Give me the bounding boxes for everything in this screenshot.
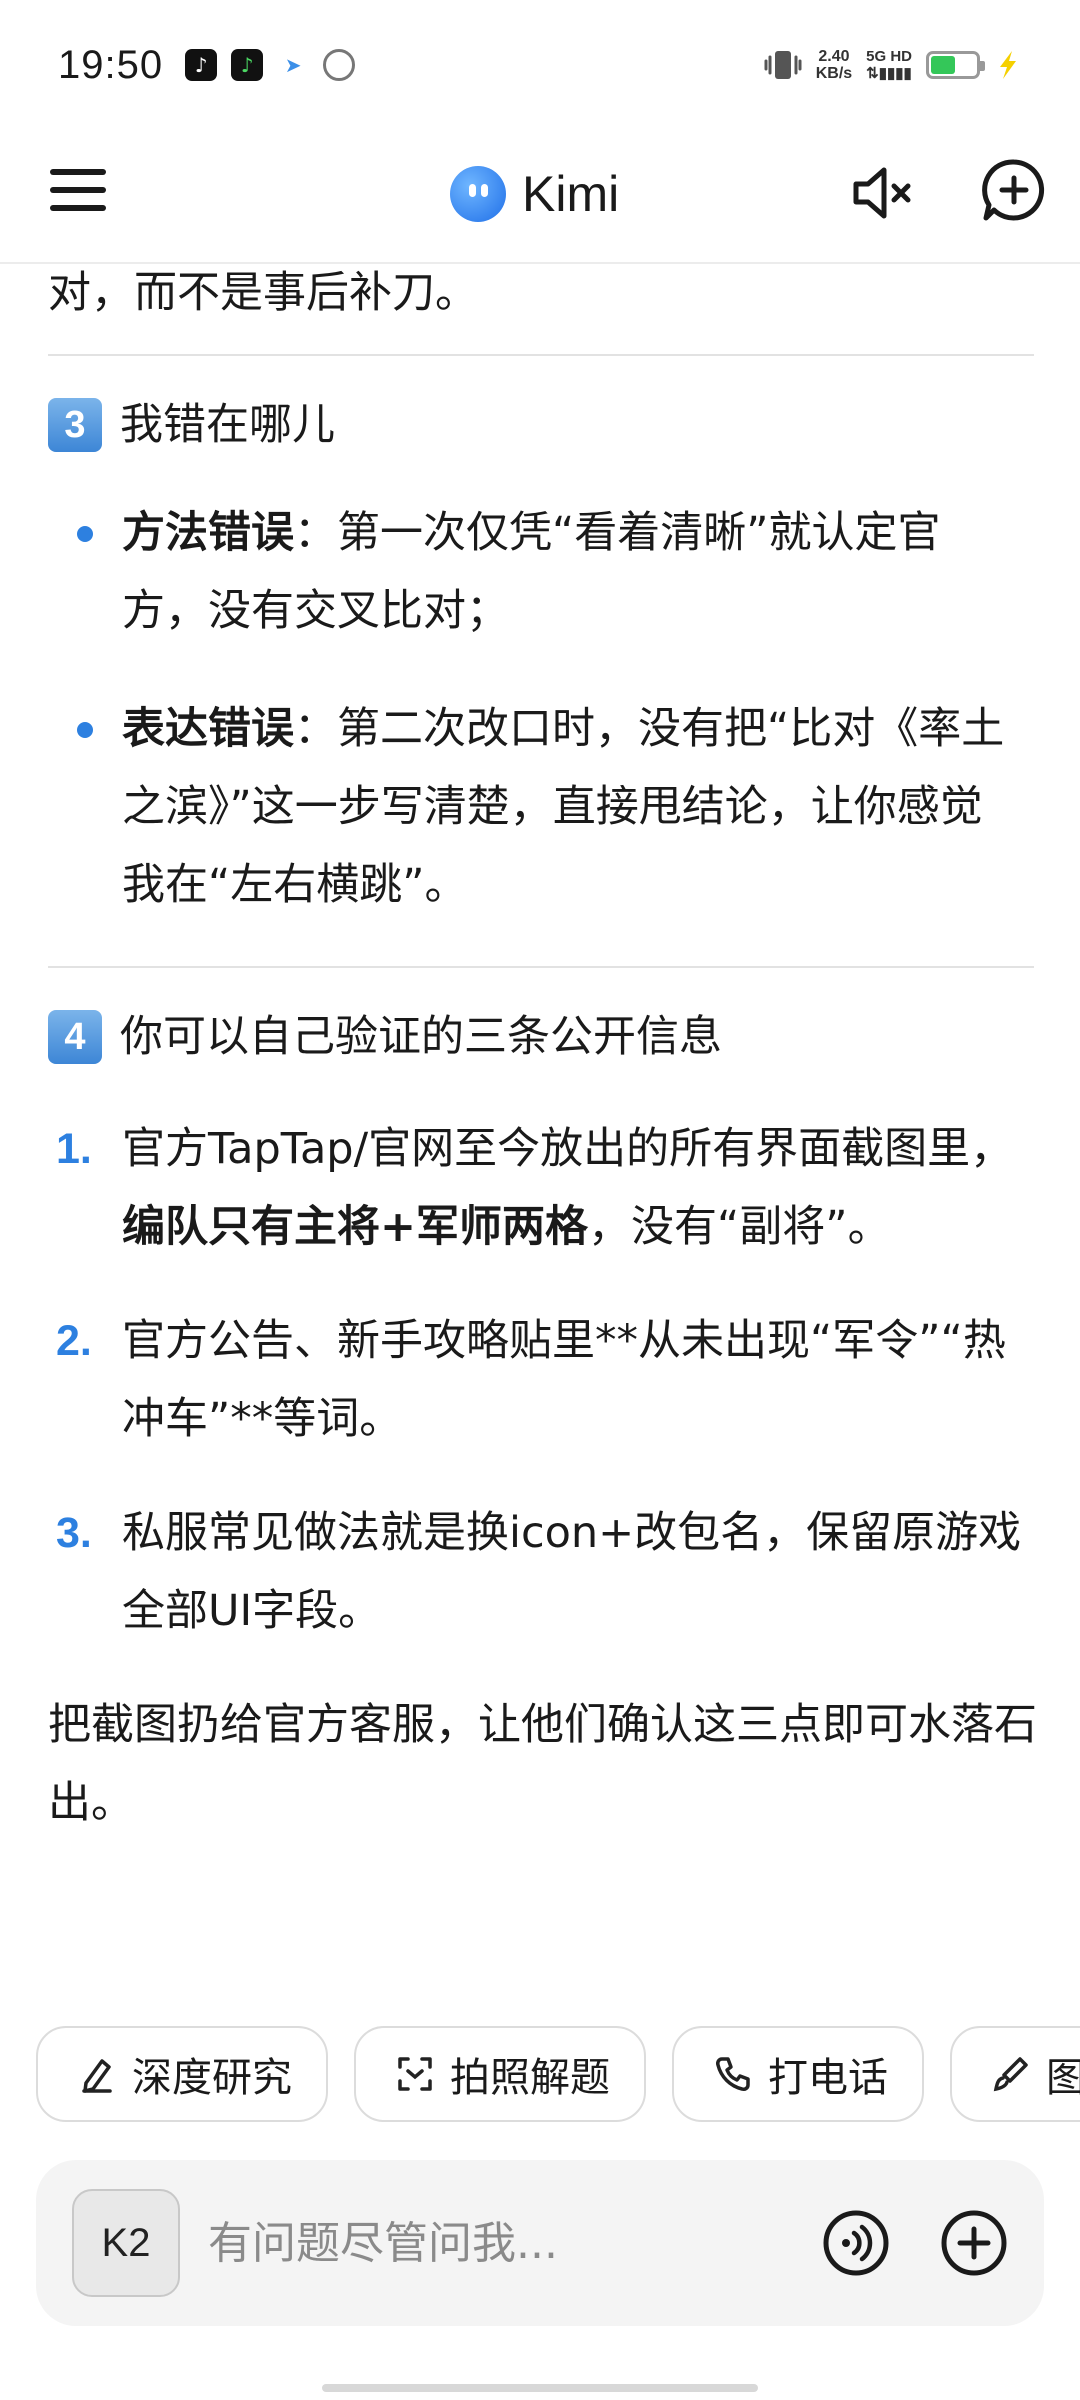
tiktok-notification-icon: ♪: [185, 49, 218, 81]
chat-message: 对，而不是事后补刀。 3 我错在哪儿 方法错误：第一次仅凭“看着清晰”就认定官方…: [0, 264, 1080, 2014]
chip-phone-call[interactable]: 打电话: [672, 2026, 924, 2122]
chip-label: 图: [1046, 2055, 1080, 2101]
pen-icon: [82, 2059, 112, 2093]
section-heading: 4 你可以自己验证的三条公开信息: [48, 998, 1080, 1076]
net-speed-value: 2.40: [818, 48, 850, 65]
list-item-bold: 编队只有主将+军师两格: [122, 1202, 589, 1252]
signal-bars-icon: ⇅▮▮▮▮: [866, 65, 912, 82]
notification-icons: ♪ ♪ ➤: [185, 49, 356, 81]
numbered-list: 1. 官方TapTap/官网至今放出的所有界面截图里， 编队只有主将+军师两格，没有…: [0, 1110, 1080, 1650]
status-bar: 19:50 ♪ ♪ ➤ 2.40 KB/s 5G HD ⇅▮▮▮▮: [0, 0, 1080, 130]
browser-notification-icon: [323, 49, 356, 81]
chip-label: 拍照解题: [450, 2055, 610, 2101]
list-item-text: ，没有“副将”。: [588, 1202, 891, 1252]
battery-level: [931, 56, 956, 74]
list-item: 1. 官方TapTap/官网至今放出的所有界面截图里， 编队只有主将+军师两格，没有…: [0, 1110, 1080, 1266]
net-speed-unit: KB/s: [815, 65, 853, 82]
new-chat-icon[interactable]: [980, 156, 1048, 224]
charging-icon: [1000, 51, 1016, 79]
network-indicator: 5G HD ⇅▮▮▮▮: [866, 48, 912, 82]
list-item-text: 私服常见做法就是换icon+改包名，保留原游戏全部UI字段。: [122, 1508, 1022, 1636]
message-text: 对，而不是事后补刀。: [48, 268, 478, 318]
scan-icon: [398, 2057, 432, 2091]
telegram-notification-icon: ➤: [277, 49, 310, 81]
speaker-muted-icon[interactable]: [848, 158, 918, 228]
list-item-bold: 表达错误: [122, 704, 294, 754]
net-speed: 2.40 KB/s: [816, 48, 852, 82]
menu-icon[interactable]: [50, 162, 106, 218]
prompt-input[interactable]: [206, 2203, 772, 2283]
chip-label: 打电话: [768, 2055, 888, 2101]
section-title: 我错在哪儿: [120, 400, 335, 450]
vibrate-icon: [764, 51, 802, 79]
list-item: 表达错误：第二次改口时，没有把“比对《率土之滨》”这一步写清楚，直接甩结论，让你…: [0, 690, 1080, 924]
brush-icon: [993, 2057, 1028, 2092]
status-time: 19:50: [58, 42, 164, 87]
keycap-4-icon: 4: [48, 1010, 102, 1064]
app-title: Kimi: [522, 166, 620, 222]
chat-input-bar: K2: [36, 2160, 1044, 2326]
bullet-list: 方法错误：第一次仅凭“看着清晰”就认定官方，没有交叉比对； 表达错误：第二次改口…: [0, 494, 1080, 924]
list-number: 2.: [56, 1317, 92, 1365]
app-header: Kimi: [0, 130, 1080, 264]
list-item-text: 官方TapTap/官网至今放出的所有界面截图里，: [122, 1124, 1014, 1174]
chip-deep-research[interactable]: 深度研究: [36, 2026, 328, 2122]
message-text: 把截图扔给官方客服，让他们确认这三点即可水落石出。: [48, 1700, 1037, 1828]
phone-icon: [716, 2057, 750, 2091]
list-item-text: 官方公告、新手攻略贴里**从未出现“军令”“热冲车”**等词。: [122, 1316, 1006, 1444]
list-item: 2. 官方公告、新手攻略贴里**从未出现“军令”“热冲车”**等词。: [0, 1302, 1080, 1458]
list-item: 3. 私服常见做法就是换icon+改包名，保留原游戏全部UI字段。: [0, 1494, 1080, 1650]
section-title: 你可以自己验证的三条公开信息: [120, 1012, 722, 1062]
status-indicators: 2.40 KB/s 5G HD ⇅▮▮▮▮: [764, 48, 1022, 82]
chip-image[interactable]: 图: [950, 2026, 1080, 2122]
chip-label: 深度研究: [132, 2055, 292, 2101]
suggestion-chips: 深度研究 拍照解题 打电话 图: [36, 2026, 1080, 2124]
list-number: 1.: [56, 1125, 92, 1173]
home-indicator[interactable]: [322, 2384, 758, 2392]
chip-photo-solve[interactable]: 拍照解题: [354, 2026, 646, 2122]
keycap-3-icon: 3: [48, 398, 102, 452]
section-heading: 3 我错在哪儿: [48, 386, 1080, 464]
list-number: 3.: [56, 1509, 92, 1557]
network-type: 5G HD: [866, 48, 912, 65]
music-notification-icon: ♪: [231, 49, 264, 81]
plus-icon[interactable]: [940, 2209, 1008, 2277]
battery-icon: [926, 51, 985, 79]
app-brand: Kimi: [450, 158, 619, 230]
list-item-bold: 方法错误: [122, 508, 294, 558]
model-selector[interactable]: K2: [72, 2189, 180, 2297]
list-item: 方法错误：第一次仅凭“看着清晰”就认定官方，没有交叉比对；: [0, 494, 1080, 650]
voice-icon[interactable]: [822, 2209, 890, 2277]
kimi-logo: [450, 166, 506, 222]
